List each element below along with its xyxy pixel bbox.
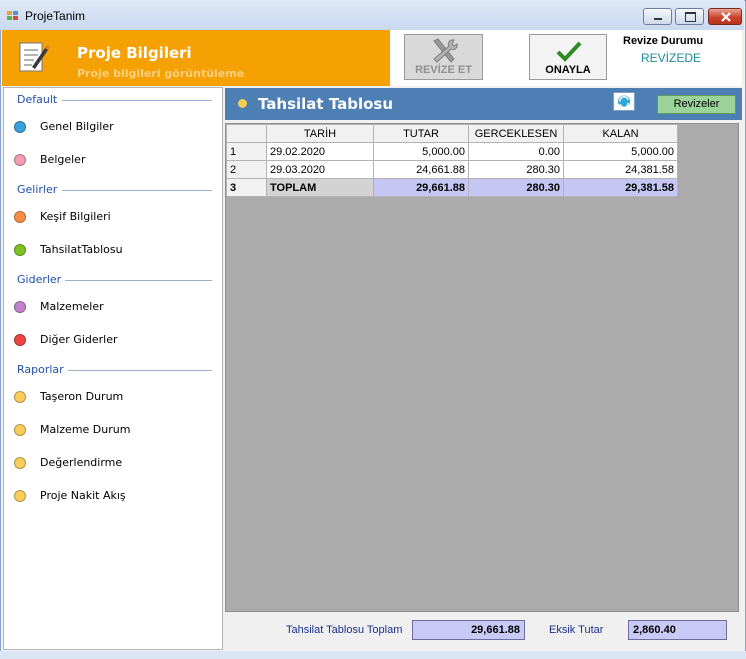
cell-tutar[interactable]: 5,000.00 [373,142,469,161]
sidebar-item-label: Değerlendirme [40,456,123,469]
total-value-field: 29,661.88 [412,620,525,640]
sidebar-item-label: Taşeron Durum [40,390,124,403]
circle-icon [14,334,26,346]
circle-icon [14,301,26,313]
group-label-default: Default [17,93,58,106]
row-number-header[interactable] [226,124,267,143]
group-divider [65,280,212,281]
table-row[interactable]: 1 29.02.2020 5,000.00 0.00 5,000.00 [226,142,678,161]
group-divider [62,190,212,191]
sidebar-item-label: Keşif Bilgileri [40,210,111,223]
missing-label: Eksik Tutar [549,624,604,636]
revize-et-label: REVİZE ET [415,64,472,76]
circle-icon [14,211,26,223]
tahsilat-table: TARİH TUTAR GERCEKLESEN KALAN 1 29.02.20… [226,124,678,197]
refresh-button[interactable] [613,92,635,111]
refresh-icon [618,95,630,109]
minimize-button[interactable] [643,8,672,25]
cell-kalan[interactable]: 24,381.58 [563,160,678,179]
cell-tutar[interactable]: 29,661.88 [373,178,469,197]
group-divider [68,370,212,371]
cell-gerceklesen[interactable]: 0.00 [468,142,564,161]
onayla-button[interactable]: ONAYLA [529,34,607,80]
section-title: Tahsilat Tablosu [258,95,394,113]
revizeler-button[interactable]: Revizeler [657,95,736,114]
sidebar-item-label: Diğer Giderler [40,333,118,346]
sidebar-item-label: Genel Bilgiler [40,120,114,133]
circle-icon [14,457,26,469]
minimize-icon [654,18,662,20]
table-row[interactable]: 2 29.03.2020 24,661.88 280.30 24,381.58 [226,160,678,179]
group-divider [62,100,212,101]
total-label: Tahsilat Tablosu Toplam [286,624,403,636]
circle-icon [14,424,26,436]
page-subtitle: Proje bilgileri görüntüleme [77,67,245,80]
table-total-row[interactable]: 3 TOPLAM 29,661.88 280.30 29,381.58 [226,178,678,197]
revize-durumu-value: REVİZEDE [641,51,702,65]
sidebar-item-diger-giderler[interactable]: Diğer Giderler [14,331,214,351]
app-icon [7,11,19,21]
group-label-giderler: Giderler [17,273,62,286]
checkmark-icon [556,41,582,62]
sidebar-item-proje-nakit-akis[interactable]: Proje Nakit Akış [14,487,214,507]
cell-toplam-label[interactable]: TOPLAM [266,178,374,197]
group-label-raporlar: Raporlar [17,363,64,376]
sidebar-item-degerlendirme[interactable]: Değerlendirme [14,454,214,474]
maximize-icon [685,12,696,22]
table-header-row: TARİH TUTAR GERCEKLESEN KALAN [226,124,678,143]
row-number[interactable]: 1 [226,142,267,161]
cell-kalan[interactable]: 5,000.00 [563,142,678,161]
sidebar-item-taseron-durum[interactable]: Taşeron Durum [14,388,214,408]
close-icon [721,12,731,22]
sidebar-item-genel-bilgiler[interactable]: Genel Bilgiler [14,118,214,138]
sidebar-item-label: Proje Nakit Akış [40,489,126,502]
group-label-gelirler: Gelirler [17,183,58,196]
sidebar-item-label: Belgeler [40,153,86,166]
window-bottom-edge [0,651,746,659]
page-title: Proje Bilgileri [77,44,192,62]
sidebar-item-tahsilat-tablosu[interactable]: TahsilatTablosu [14,241,214,261]
circle-icon [14,154,26,166]
cell-tutar[interactable]: 24,661.88 [373,160,469,179]
column-header-tutar[interactable]: TUTAR [373,124,469,143]
revize-et-button[interactable]: REVİZE ET [404,34,483,80]
cell-gerceklesen[interactable]: 280.30 [468,160,564,179]
cell-kalan[interactable]: 29,381.58 [563,178,678,197]
section-bullet-icon [238,99,247,108]
sidebar-item-label: Malzeme Durum [40,423,131,436]
close-button[interactable] [708,8,742,25]
cell-tarih[interactable]: 29.02.2020 [266,142,374,161]
onayla-label: ONAYLA [545,64,591,76]
circle-icon [14,121,26,133]
cell-gerceklesen[interactable]: 280.30 [468,178,564,197]
revize-durumu-title: Revize Durumu [623,35,704,47]
sidebar-navigation: Default Genel Bilgiler Belgeler Gelirler… [3,87,223,650]
maximize-button[interactable] [675,8,704,25]
sidebar-item-label: TahsilatTablosu [40,243,123,256]
notepad-pencil-icon [19,42,50,72]
title-bar: ProjeTanim [0,0,744,30]
sidebar-item-malzemeler[interactable]: Malzemeler [14,298,214,318]
circle-icon [14,244,26,256]
sidebar-item-belgeler[interactable]: Belgeler [14,151,214,171]
row-number[interactable]: 3 [226,178,267,197]
cell-tarih[interactable]: 29.03.2020 [266,160,374,179]
column-header-kalan[interactable]: KALAN [563,124,678,143]
column-header-gerceklesen[interactable]: GERCEKLESEN [468,124,564,143]
column-header-tarih[interactable]: TARİH [266,124,374,143]
tools-icon [433,38,458,63]
circle-icon [14,391,26,403]
sidebar-item-malzeme-durum[interactable]: Malzeme Durum [14,421,214,441]
sidebar-item-label: Malzemeler [40,300,104,313]
missing-value-field: 2,860.40 [628,620,727,640]
row-number[interactable]: 2 [226,160,267,179]
window-title: ProjeTanim [25,9,86,23]
sidebar-item-kesif-bilgileri[interactable]: Keşif Bilgileri [14,208,214,228]
circle-icon [14,490,26,502]
